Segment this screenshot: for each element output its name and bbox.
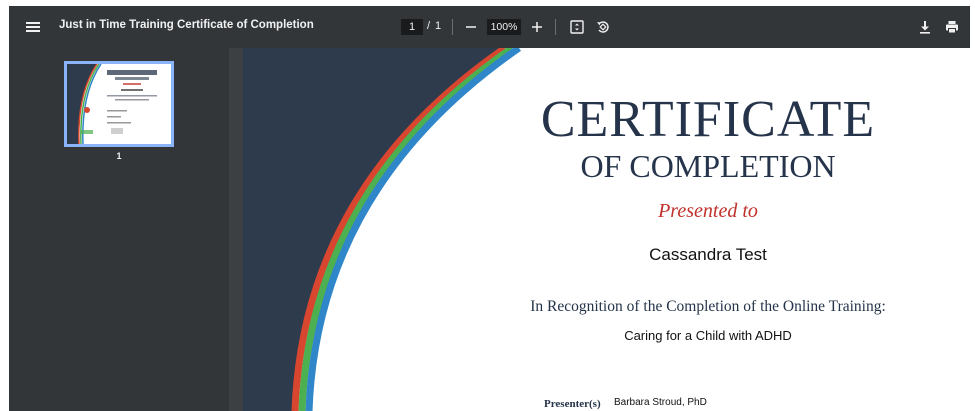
rotate-button[interactable] (592, 16, 614, 38)
download-button[interactable] (914, 16, 936, 38)
page-thumbnail[interactable] (64, 61, 174, 147)
page-total: 1 (435, 20, 442, 32)
download-icon (920, 21, 930, 34)
course-name: Caring for a Child with ADHD (624, 328, 792, 343)
plus-icon (532, 22, 542, 32)
thumbnail-preview (67, 64, 171, 144)
thumbnail-sidebar: 1 (9, 48, 229, 411)
fit-to-page-icon (570, 20, 584, 34)
certificate-subheading: OF COMPLETION (580, 148, 836, 184)
thumbnail-page-label: 1 (116, 151, 122, 161)
zoom-in-button[interactable] (527, 16, 547, 38)
toolbar: Just in Time Training Certificate of Com… (9, 6, 970, 48)
rotate-icon (597, 21, 609, 33)
pdf-viewer: Just in Time Training Certificate of Com… (9, 6, 970, 411)
pdf-page: CERTIFICATE OF COMPLETION Presented to C… (243, 48, 970, 411)
page-gutter (229, 48, 243, 411)
presented-to-label: Presented to (658, 200, 758, 222)
presenter-name: Barbara Stroud, PhD (614, 397, 707, 408)
fit-to-page-button[interactable] (566, 16, 588, 38)
recognition-text: In Recognition of the Completion of the … (530, 298, 886, 315)
certificate-heading: CERTIFICATE (540, 91, 876, 148)
document-title: Just in Time Training Certificate of Com… (59, 19, 314, 31)
recipient-name: Cassandra Test (649, 245, 767, 264)
page-number-input[interactable] (401, 19, 423, 35)
print-icon (946, 21, 958, 34)
menu-icon (26, 22, 40, 32)
presenter-label: Presenter(s) (544, 398, 601, 410)
zoom-out-button[interactable] (461, 16, 481, 38)
toolbar-divider (452, 19, 453, 35)
print-button[interactable] (941, 16, 963, 38)
minus-icon (466, 26, 476, 28)
page-separator: / (427, 20, 431, 32)
menu-button[interactable] (21, 16, 45, 38)
toolbar-divider (555, 19, 556, 35)
zoom-input[interactable] (487, 19, 521, 35)
